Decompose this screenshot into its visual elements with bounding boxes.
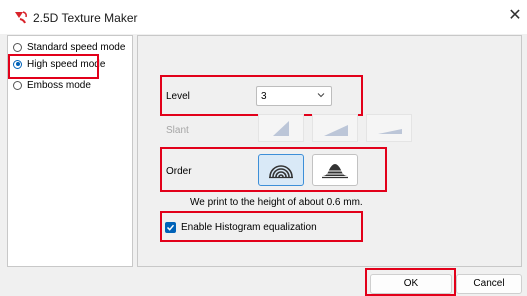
close-icon[interactable]: ✕ — [506, 7, 524, 25]
title-bar: 2.5D Texture Maker ✕ — [0, 0, 527, 34]
slant-steep-button[interactable] — [258, 114, 304, 142]
mode-label: Emboss mode — [27, 79, 91, 91]
radio-standard-speed-mode[interactable]: Standard speed mode — [13, 40, 125, 54]
slant-steep-icon — [273, 121, 289, 136]
slant-label: Slant — [166, 125, 189, 136]
highlight-order — [160, 147, 387, 192]
radio-circle-icon[interactable] — [13, 80, 22, 90]
radio-emboss-mode[interactable]: Emboss mode — [13, 78, 91, 92]
highlight-high-speed-mode — [8, 54, 99, 79]
highlight-histogram — [160, 211, 363, 242]
slant-shallow-icon — [378, 129, 402, 134]
radio-circle-icon[interactable] — [13, 42, 22, 52]
mode-label: Standard speed mode — [27, 41, 126, 53]
height-note: We print to the height of about 0.6 mm. — [190, 197, 363, 208]
slant-shallow-button[interactable] — [366, 114, 412, 142]
highlight-ok — [365, 268, 456, 296]
highlight-level — [160, 75, 363, 116]
slant-medium-icon — [324, 125, 348, 136]
window-title: 2.5D Texture Maker — [33, 11, 138, 25]
slant-medium-button[interactable] — [312, 114, 358, 142]
app-logo-icon — [15, 11, 27, 24]
cancel-button[interactable]: Cancel — [456, 274, 522, 294]
